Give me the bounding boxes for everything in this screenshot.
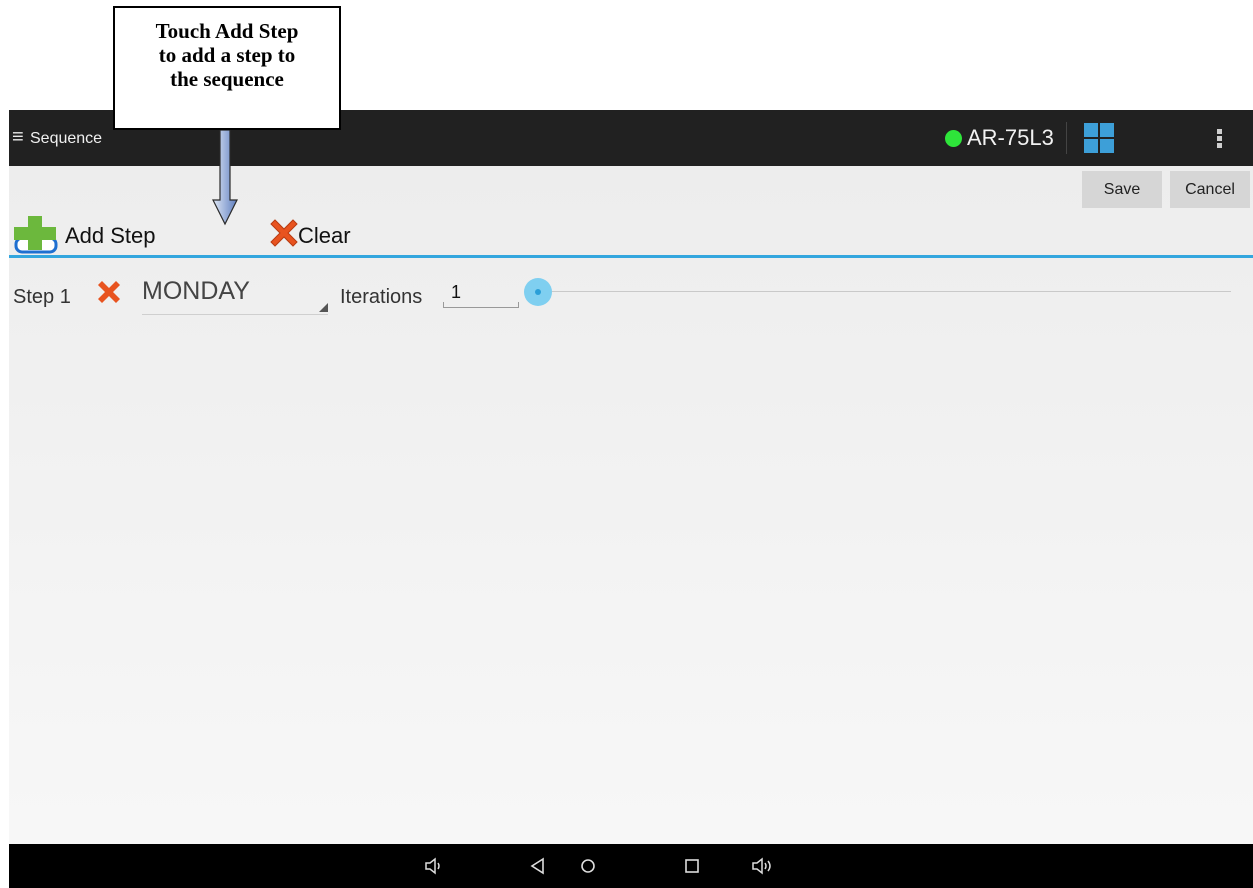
annotation-line: Touch Add Step — [155, 19, 299, 43]
volume-up-button[interactable] — [741, 844, 781, 888]
recents-icon — [685, 859, 699, 873]
iterations-field[interactable]: 1 — [443, 280, 519, 308]
cancel-button[interactable]: Cancel — [1170, 171, 1250, 208]
iterations-slider-track[interactable] — [537, 291, 1231, 292]
home-button[interactable] — [568, 844, 608, 888]
day-select[interactable]: MONDAY — [142, 274, 328, 315]
iterations-label: Iterations — [340, 286, 423, 308]
iterations-value: 1 — [451, 282, 462, 302]
app-screen: ≡ Sequence AR-75L3 Save Cancel Add Step … — [9, 110, 1253, 888]
divider — [1066, 122, 1067, 154]
annotation-line: to add a step to — [158, 43, 296, 67]
hamburger-menu-icon[interactable]: ≡ — [12, 127, 24, 147]
save-button[interactable]: Save — [1082, 171, 1162, 208]
clear-x-icon — [270, 219, 298, 247]
back-icon — [530, 857, 544, 875]
page-title[interactable]: Sequence — [30, 130, 102, 148]
annotation-line: the sequence — [170, 67, 284, 91]
annotation-arrow-icon — [212, 130, 238, 226]
step-label: Step 1 — [13, 286, 71, 308]
divider — [9, 255, 1253, 258]
volume-down-button[interactable] — [414, 844, 454, 888]
grid-view-icon[interactable] — [1084, 123, 1114, 153]
volume-up-icon — [752, 857, 771, 875]
system-nav-bar — [9, 844, 1253, 888]
iterations-slider-thumb[interactable] — [524, 278, 552, 306]
overflow-menu-icon[interactable] — [1217, 129, 1223, 150]
volume-down-icon — [425, 857, 440, 875]
clear-label: Clear — [298, 223, 351, 248]
recents-button[interactable] — [672, 844, 712, 888]
add-step-plus-icon — [14, 216, 58, 254]
connection-status-icon — [945, 130, 962, 147]
add-step-label: Add Step — [65, 223, 156, 248]
day-select-value: MONDAY — [142, 277, 250, 305]
dropdown-corner-icon — [319, 303, 328, 312]
home-icon — [581, 859, 595, 873]
back-button[interactable] — [518, 844, 558, 888]
remove-step-x-icon[interactable] — [95, 278, 123, 306]
device-name[interactable]: AR-75L3 — [967, 125, 1054, 151]
annotation-callout: Touch Add Step to add a step to the sequ… — [113, 6, 341, 130]
